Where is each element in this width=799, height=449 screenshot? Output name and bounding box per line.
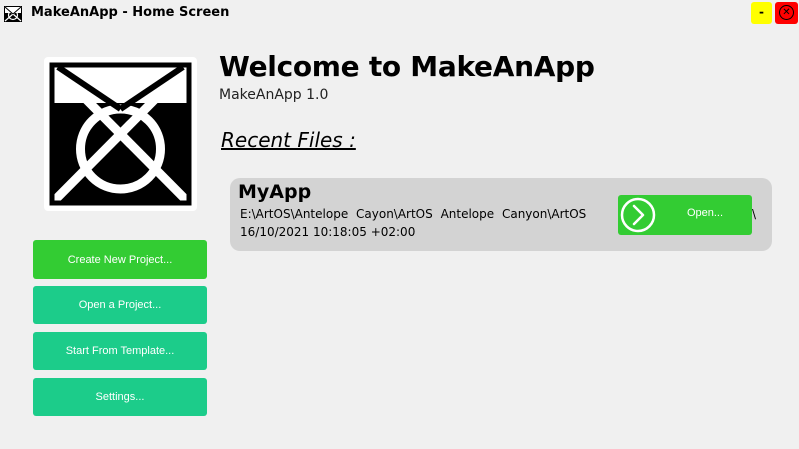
recent-file-card[interactable]: MyApp E:\ArtOS\Antelope Cayon\ArtOS Ante… [230, 178, 772, 251]
file-path-tail: \ [752, 207, 757, 221]
file-name: MyApp [238, 181, 312, 203]
close-circle-icon: ✕ [779, 5, 794, 20]
recent-files-heading: Recent Files : [221, 128, 356, 152]
file-date: 16/10/2021 10:18:05 +02:00 [240, 225, 416, 239]
app-logo-icon [4, 6, 22, 22]
chevron-right-circle-icon [620, 197, 656, 233]
open-project-button[interactable]: Open a Project... [33, 286, 207, 324]
app-logo [44, 57, 197, 211]
title-bar: MakeAnApp - Home Screen - ✕ [0, 0, 799, 28]
file-path: E:\ArtOS\Antelope Cayon\ArtOS Antelope C… [240, 207, 587, 221]
start-from-template-button[interactable]: Start From Template... [33, 332, 207, 370]
minimize-button[interactable]: - [751, 2, 772, 24]
window-title: MakeAnApp - Home Screen [31, 5, 230, 20]
open-file-label: Open... [686, 207, 724, 219]
settings-button[interactable]: Settings... [33, 378, 207, 416]
create-new-project-button[interactable]: Create New Project... [33, 240, 207, 279]
version-label: MakeAnApp 1.0 [219, 87, 329, 103]
logo-graphic [49, 62, 192, 206]
close-button[interactable]: ✕ [775, 2, 798, 24]
open-file-button[interactable]: Open... [618, 195, 752, 235]
welcome-heading: Welcome to MakeAnApp [219, 50, 595, 83]
